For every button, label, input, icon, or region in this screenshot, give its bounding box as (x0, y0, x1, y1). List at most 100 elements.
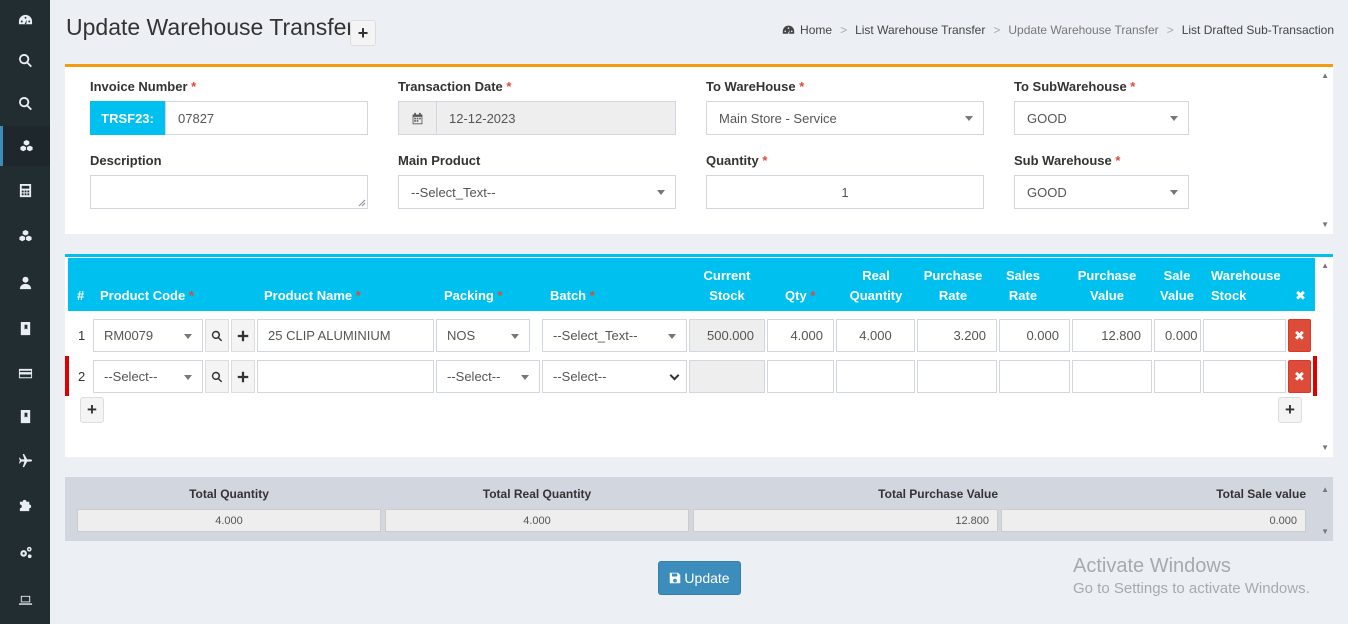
row-packing-select[interactable]: NOS (436, 319, 530, 352)
sidebar-item-calculator[interactable] (0, 170, 50, 210)
book-icon (20, 409, 30, 423)
total-sale-value-value: 0.000 (1001, 509, 1306, 532)
packing-value: NOS (447, 328, 476, 343)
sidebar-item-dashboard[interactable] (0, 0, 50, 40)
row-sales-rate-input[interactable] (999, 360, 1070, 393)
search-icon (211, 371, 223, 382)
laptop-icon (18, 595, 32, 605)
transaction-date-input[interactable]: 12-12-2023 (436, 101, 676, 135)
main-product-select[interactable]: --Select_Text-- (398, 175, 676, 209)
invoice-number-input[interactable]: 07827 (165, 101, 368, 135)
breadcrumb-home[interactable]: Home (800, 23, 832, 37)
row-product-code-select[interactable]: RM0079 (93, 319, 203, 352)
scroll-down-icon[interactable]: ▼ (1321, 220, 1329, 229)
save-icon (670, 572, 681, 584)
caret-down-icon (657, 190, 665, 195)
scroll-down-icon[interactable]: ▼ (1321, 527, 1329, 536)
transaction-date-label: Transaction Date * (398, 79, 512, 94)
remove-row-button[interactable]: ✖ (1288, 319, 1311, 352)
resize-handle-icon[interactable] (358, 199, 366, 207)
sidebar-item-payments[interactable] (0, 353, 50, 393)
row-batch-select[interactable]: --Select-- (542, 360, 687, 393)
to-subwarehouse-label: To SubWarehouse * (1014, 79, 1136, 94)
breadcrumb-separator: > (840, 23, 848, 37)
sidebar-item-user[interactable] (0, 262, 50, 302)
total-sale-value-label: Total Sale value (1216, 487, 1306, 501)
product-search-button[interactable] (205, 319, 229, 352)
row-purchase-value-input[interactable]: 12.800 (1072, 319, 1152, 352)
row-purchase-rate-input[interactable]: 3.200 (917, 319, 997, 352)
row-product-code-select[interactable]: --Select-- (93, 360, 203, 393)
scroll-up-icon[interactable]: ▲ (1321, 71, 1329, 80)
sub-warehouse-select[interactable]: GOOD (1014, 175, 1189, 209)
add-row-button-right[interactable]: + (1278, 397, 1302, 423)
row-sale-value-input[interactable]: 0.000 (1154, 319, 1201, 352)
col-header-product-name: Product Name * (264, 288, 361, 303)
activate-windows-subtitle: Go to Settings to activate Windows. (1073, 580, 1310, 597)
scroll-down-icon[interactable]: ▼ (1321, 443, 1329, 452)
remove-row-button[interactable]: ✖ (1288, 360, 1311, 393)
breadcrumb-update-warehouse-transfer[interactable]: Update Warehouse Transfer (1008, 23, 1158, 37)
row-current-stock: 500.000 (689, 319, 765, 352)
calendar-icon (412, 112, 423, 124)
row-real-quantity-input[interactable] (836, 360, 915, 393)
sidebar-item-devices[interactable] (0, 580, 50, 620)
col-header-real-quantity: Real Quantity (849, 268, 903, 303)
packing-value: --Select-- (447, 369, 501, 384)
calendar-addon[interactable] (398, 101, 437, 135)
remove-all-rows-icon[interactable]: ✖ (1295, 286, 1306, 306)
calculator-icon (19, 183, 31, 197)
sidebar-item-settings[interactable] (0, 532, 50, 572)
row-qty-input[interactable]: 4.000 (767, 319, 834, 352)
breadcrumb-list-warehouse-transfer[interactable]: List Warehouse Transfer (855, 23, 985, 37)
sidebar-item-stock[interactable] (0, 216, 50, 256)
row-batch-select[interactable]: --Select_Text-- (542, 319, 687, 352)
to-warehouse-select[interactable]: Main Store - Service (706, 101, 984, 135)
breadcrumb-list-drafted[interactable]: List Drafted Sub-Transaction (1182, 23, 1334, 37)
sidebar (0, 0, 50, 624)
sidebar-item-search-2[interactable] (0, 83, 50, 123)
scroll-up-icon[interactable]: ▲ (1321, 485, 1329, 494)
row-product-name-input[interactable]: 25 CLIP ALUMINIUM (257, 319, 434, 352)
product-add-button[interactable] (231, 319, 255, 352)
row-current-stock (689, 360, 765, 393)
row-warehouse-stock (1203, 319, 1286, 352)
search-icon (18, 96, 32, 110)
caret-down-icon (1170, 190, 1178, 195)
product-add-button[interactable] (231, 360, 255, 393)
row-purchase-value-input[interactable] (1072, 360, 1152, 393)
row-purchase-rate-input[interactable] (917, 360, 997, 393)
sidebar-item-book[interactable] (0, 308, 50, 348)
update-button[interactable]: Update (658, 561, 741, 595)
quantity-input[interactable]: 1 (706, 175, 984, 209)
sidebar-item-travel[interactable] (0, 440, 50, 480)
col-header-qty: Qty * (785, 288, 816, 303)
sidebar-item-inventory[interactable] (0, 126, 50, 166)
row-sale-value-input[interactable] (1154, 360, 1201, 393)
add-transfer-button[interactable]: + (350, 20, 376, 46)
row-packing-select[interactable]: --Select-- (436, 360, 540, 393)
activate-windows-title: Activate Windows (1073, 555, 1231, 577)
description-textarea[interactable] (90, 175, 368, 209)
col-header-purchase-rate: Purchase Rate (923, 268, 983, 303)
sidebar-item-plugins[interactable] (0, 484, 50, 524)
total-real-quantity-label: Total Real Quantity (482, 487, 592, 501)
chevron-down-icon (669, 370, 680, 381)
to-warehouse-value: Main Store - Service (719, 110, 837, 126)
row-real-quantity-input[interactable]: 4.000 (836, 319, 915, 352)
sidebar-item-search[interactable] (0, 40, 50, 80)
row-sales-rate-input[interactable]: 0.000 (999, 319, 1070, 352)
batch-value: --Select_Text-- (553, 328, 638, 343)
add-row-button[interactable]: + (80, 397, 104, 423)
row-product-name-input[interactable] (257, 360, 434, 393)
col-header-sales-rate: Sales Rate (1006, 268, 1040, 303)
sidebar-item-book-2[interactable] (0, 396, 50, 436)
product-search-button[interactable] (205, 360, 229, 393)
main-product-label: Main Product (398, 153, 481, 168)
scroll-up-icon[interactable]: ▲ (1321, 261, 1329, 270)
col-header-product-code: Product Code * (100, 288, 194, 303)
to-subwarehouse-select[interactable]: GOOD (1014, 101, 1189, 135)
to-warehouse-label: To WareHouse * (706, 79, 805, 94)
description-label: Description (90, 153, 162, 168)
row-qty-input[interactable] (767, 360, 834, 393)
